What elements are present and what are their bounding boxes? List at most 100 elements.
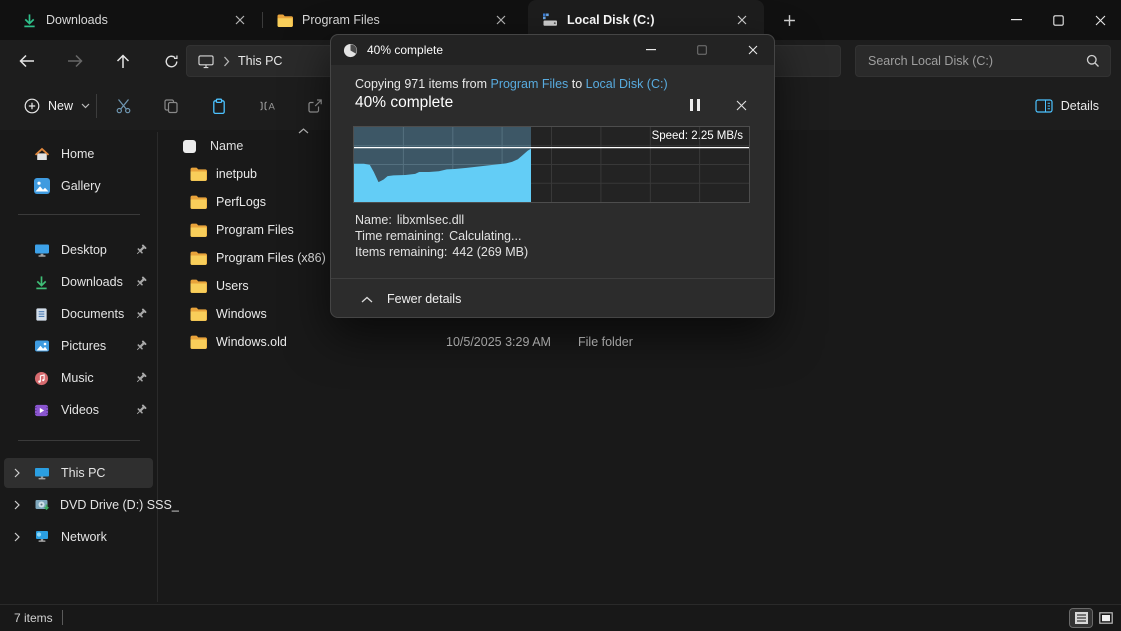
search-input[interactable] — [866, 53, 1086, 69]
fewer-details-toggle[interactable]: Fewer details — [361, 286, 461, 312]
chevron-right-icon — [223, 56, 230, 67]
chevron-expand-icon[interactable] — [14, 500, 20, 510]
name-label: Name: — [355, 213, 392, 227]
file-name: Program Files (x86) — [216, 251, 326, 265]
chevron-expand-icon[interactable] — [14, 468, 20, 478]
desktop-icon — [34, 242, 51, 258]
pictures-icon — [34, 338, 51, 354]
source-folder-link[interactable]: Program Files — [490, 77, 568, 91]
file-name: Windows.old — [216, 335, 287, 349]
sidebar-item-label: DVD Drive (D:) SSS_ — [60, 498, 179, 512]
search-icon — [1086, 54, 1100, 68]
name-value: libxmlsec.dll — [397, 213, 464, 227]
column-header-name[interactable]: Name — [210, 139, 243, 153]
this-pc-monitor-icon — [34, 465, 51, 481]
copy-description: Copying 971 items from Program Files to … — [355, 77, 668, 91]
window-maximize-button[interactable] — [1037, 1, 1079, 39]
sidebar-item-desktop[interactable]: Desktop — [4, 235, 153, 265]
search-box[interactable] — [855, 45, 1111, 77]
copy-progress-dialog: 40% complete Copying 971 items from Prog… — [330, 34, 775, 318]
sidebar-item-home[interactable]: Home — [4, 139, 153, 169]
copy-description-mid: to — [568, 77, 585, 91]
breadcrumb-this-pc[interactable]: This PC — [238, 54, 282, 68]
large-icons-view-button[interactable] — [1095, 609, 1117, 627]
share-button[interactable] — [296, 90, 334, 122]
cut-button[interactable] — [104, 90, 142, 122]
home-icon — [34, 146, 51, 162]
speed-label: Speed: 2.25 MB/s — [652, 130, 743, 142]
destination-folder-link[interactable]: Local Disk (C:) — [586, 77, 668, 91]
fewer-details-label: Fewer details — [387, 292, 461, 306]
svg-text:A: A — [268, 102, 275, 113]
details-button-label: Details — [1061, 99, 1099, 113]
sidebar-item-pictures[interactable]: Pictures — [4, 331, 153, 361]
file-row[interactable]: Windows.old 10/5/2025 3:29 AM File folde… — [170, 329, 1121, 357]
select-all-checkbox[interactable] — [183, 140, 196, 153]
dialog-maximize-button[interactable] — [681, 35, 723, 65]
paste-button[interactable] — [200, 90, 238, 122]
network-icon — [34, 529, 51, 545]
copy-button[interactable] — [152, 90, 190, 122]
sidebar-divider — [157, 132, 158, 602]
refresh-button[interactable] — [154, 46, 188, 76]
file-date-modified: 10/5/2025 3:29 AM — [446, 335, 551, 349]
file-name: PerfLogs — [216, 195, 266, 209]
sidebar-item-label: Videos — [61, 403, 99, 417]
folder-icon — [190, 335, 207, 349]
new-button[interactable]: New — [12, 90, 102, 122]
sidebar-item-dvd-drive[interactable]: DVD Drive (D:) SSS_ — [4, 490, 153, 520]
cancel-copy-button[interactable] — [725, 90, 757, 120]
file-list-header[interactable]: Name — [170, 134, 243, 158]
items-remaining-value: 442 (269 MB) — [452, 245, 528, 259]
current-file-row: Name: libxmlsec.dll — [355, 213, 464, 227]
back-button[interactable] — [10, 46, 44, 76]
tab-close-icon[interactable] — [730, 8, 754, 32]
new-tab-button[interactable] — [774, 5, 804, 35]
tab-label: Program Files — [302, 13, 480, 27]
file-name: Windows — [216, 307, 267, 321]
details-pane-button[interactable]: Details — [1025, 90, 1109, 122]
pause-button[interactable] — [679, 90, 711, 120]
up-button[interactable] — [106, 46, 140, 76]
tab-label: Local Disk (C:) — [567, 13, 721, 27]
sidebar-item-label: Network — [61, 530, 107, 544]
details-pane-icon — [1035, 99, 1053, 113]
forward-button[interactable] — [58, 46, 92, 76]
sidebar-item-documents[interactable]: Documents — [4, 299, 153, 329]
items-remaining-label: Items remaining: — [355, 245, 447, 259]
sidebar-item-network[interactable]: Network — [4, 522, 153, 552]
file-name: Program Files — [216, 223, 294, 237]
sidebar-item-downloads[interactable]: Downloads — [4, 267, 153, 297]
sidebar-item-label: Pictures — [61, 339, 106, 353]
chevron-expand-icon[interactable] — [14, 532, 20, 542]
details-view-button[interactable] — [1070, 609, 1092, 627]
drive-icon — [542, 12, 558, 28]
sidebar-item-label: Gallery — [61, 179, 101, 193]
folder-icon — [190, 223, 207, 237]
download-icon — [22, 13, 37, 28]
time-remaining-label: Time remaining: — [355, 229, 444, 243]
window-minimize-button[interactable] — [995, 1, 1037, 39]
tab-close-icon[interactable] — [228, 8, 252, 32]
sidebar-item-videos[interactable]: Videos — [4, 395, 153, 425]
dialog-minimize-button[interactable] — [630, 35, 672, 65]
window-close-button[interactable] — [1079, 1, 1121, 39]
status-bar: 7 items — [0, 604, 1121, 631]
time-remaining-value: Calculating... — [449, 229, 521, 243]
sidebar-item-gallery[interactable]: Gallery — [4, 171, 153, 201]
plus-circle-icon — [24, 98, 40, 114]
status-divider — [62, 610, 63, 625]
sidebar-item-this-pc[interactable]: This PC — [4, 458, 153, 488]
tab-close-icon[interactable] — [489, 8, 513, 32]
dialog-close-button[interactable] — [732, 35, 774, 65]
sidebar-item-music[interactable]: Music — [4, 363, 153, 393]
progress-percent-heading: 40% complete — [355, 94, 453, 112]
tab-downloads[interactable]: Downloads — [8, 0, 262, 40]
sidebar-section-divider — [18, 214, 140, 215]
pin-icon — [135, 276, 147, 288]
sidebar-item-label: This PC — [61, 466, 105, 480]
dialog-title: 40% complete — [367, 43, 443, 57]
sidebar-item-label: Music — [61, 371, 94, 385]
dialog-title-bar: 40% complete — [331, 35, 774, 65]
rename-button[interactable]: A — [248, 90, 286, 122]
